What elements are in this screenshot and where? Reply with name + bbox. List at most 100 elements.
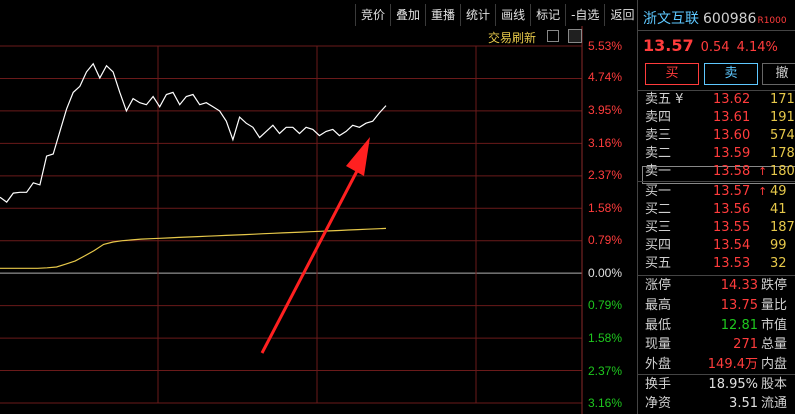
- annotation-arrow-head: [346, 137, 370, 176]
- stat-label: 最低: [645, 317, 672, 333]
- stat-label: 净资: [645, 396, 672, 411]
- stat-label-2: 股本: [761, 377, 788, 392]
- row-volume: 180: [770, 164, 795, 179]
- row-volume: 574: [770, 128, 795, 143]
- divider: [638, 30, 795, 31]
- annotation-arrow: [260, 170, 359, 354]
- bid-row[interactable]: 买二 13.56 41: [645, 201, 795, 219]
- row-volume: 32: [770, 256, 787, 271]
- ask-row[interactable]: 卖一 13.58 180 ↑: [645, 163, 795, 181]
- auction-button[interactable]: 竞价: [355, 4, 390, 26]
- row-volume: 178: [770, 146, 795, 161]
- stock-header: 浙文互联 600986R1000: [643, 8, 787, 28]
- arrow-up-icon: ↑: [758, 165, 768, 178]
- stat-label: 涨停: [645, 278, 672, 293]
- ask-row[interactable]: 卖五 ¥ 13.62 171: [645, 91, 795, 109]
- row-label: 卖一: [645, 164, 672, 179]
- row-price: 13.54: [713, 238, 751, 253]
- stock-code: 600986: [703, 11, 757, 27]
- stat-value: 13.75: [720, 297, 758, 313]
- row-volume: 49: [770, 184, 787, 199]
- quote-panel: 浙文互联 600986R1000 13.57 0.54 4.14% 买 卖 撤 卖五 …: [637, 0, 795, 414]
- price-change-pct: 4.14%: [736, 40, 778, 55]
- y-tick-label: 1.58%: [588, 331, 623, 345]
- y-tick-label: 5.53%: [588, 39, 623, 53]
- mark-button[interactable]: 标记: [530, 4, 565, 26]
- y-tick-label: 2.37%: [588, 364, 623, 378]
- row-label: 买二: [645, 202, 672, 217]
- row-volume: 191: [770, 110, 795, 125]
- ask-row[interactable]: 卖三 13.60 574: [645, 127, 795, 145]
- arrow-up-icon: ↑: [758, 185, 768, 198]
- stat-label-2: 市值: [761, 317, 788, 333]
- replay-button[interactable]: 重播: [425, 4, 460, 26]
- statistics-button[interactable]: 统计: [460, 4, 495, 26]
- row-label: 卖四: [645, 110, 672, 125]
- ask-row[interactable]: 卖二 13.59 178: [645, 145, 795, 163]
- stat-value: 18.95%: [708, 377, 758, 392]
- stat-value: 3.51: [729, 396, 758, 411]
- remove-watchlist-button[interactable]: -自选: [565, 4, 604, 26]
- ask-row[interactable]: 卖四 13.61 191: [645, 109, 795, 127]
- refresh-checkbox[interactable]: [547, 30, 559, 42]
- bid-row[interactable]: 买三 13.55 187: [645, 219, 795, 237]
- y-tick-label: 3.95%: [588, 103, 623, 117]
- row-volume: 187: [770, 220, 795, 235]
- overlay-button[interactable]: 叠加: [390, 4, 425, 26]
- y-tick-label: 3.16%: [588, 396, 623, 410]
- row-price: 13.58: [713, 164, 751, 179]
- toolbar: 竞价 叠加 重播 统计 画线 标记 -自选 返回: [355, 4, 639, 26]
- row-price: 13.62: [713, 92, 751, 107]
- row-price: 13.60: [713, 128, 751, 143]
- bid-row[interactable]: 买五 13.53 32: [645, 255, 795, 273]
- stat-value: 14.33: [720, 278, 758, 293]
- stat-row: 换手 18.95% 股本: [645, 375, 795, 395]
- collapse-icon[interactable]: [568, 29, 582, 43]
- stat-label: 最高: [645, 297, 672, 313]
- stat-row: 最高 13.75 量比: [645, 296, 795, 316]
- row-label: 卖五 ¥: [645, 92, 684, 107]
- buy-button[interactable]: 买: [645, 63, 699, 85]
- bid-row[interactable]: 买一 13.57 49 ↑: [645, 183, 795, 201]
- row-label: 卖三: [645, 128, 672, 143]
- y-tick-label-zero: 0.00%: [588, 266, 623, 280]
- row-price: 13.53: [713, 256, 751, 271]
- avg-price-line: [0, 227, 387, 269]
- stat-value: 149.4万: [707, 357, 758, 373]
- y-tick-label: 2.37%: [588, 168, 623, 182]
- divider: [638, 181, 795, 182]
- row-label: 买一: [645, 184, 672, 199]
- stat-row: 净资 3.51 流通: [645, 394, 795, 414]
- draw-line-button[interactable]: 画线: [495, 4, 530, 26]
- stat-value: 271: [733, 337, 758, 353]
- stat-row: 外盘 149.4万 内盘: [645, 355, 795, 375]
- stat-label: 现量: [645, 337, 672, 353]
- row-label: 买四: [645, 238, 672, 253]
- row-price: 13.57: [713, 184, 751, 199]
- y-tick-label: 0.79%: [588, 233, 623, 247]
- row-price: 13.59: [713, 146, 751, 161]
- stat-row: 最低 12.81 市值: [645, 316, 795, 336]
- row-price: 13.56: [713, 202, 751, 217]
- last-price: 13.57: [643, 36, 694, 55]
- row-volume: 41: [770, 202, 787, 217]
- row-volume: 171: [770, 92, 795, 107]
- stat-label-2: 跌停: [761, 278, 788, 293]
- cancel-order-button[interactable]: 撤: [762, 63, 795, 85]
- price-line: [0, 62, 387, 203]
- price-change: 0.54: [700, 40, 730, 55]
- stat-row: 现量 271 总量: [645, 335, 795, 355]
- row-volume: 99: [770, 238, 787, 253]
- trade-refresh-label: 交易刷新: [488, 31, 537, 45]
- sell-button[interactable]: 卖: [704, 63, 758, 85]
- stat-label-2: 内盘: [761, 357, 788, 373]
- bid-row[interactable]: 买四 13.54 99: [645, 237, 795, 255]
- stock-name[interactable]: 浙文互联: [643, 11, 699, 27]
- back-button[interactable]: 返回: [604, 4, 639, 26]
- row-price: 13.61: [713, 110, 751, 125]
- intraday-chart[interactable]: 交易刷新 5.53% 4.74% 3.95% 3.16% 2.37% 1.58% 0.79%…: [0, 26, 636, 414]
- row-price: 13.55: [713, 220, 751, 235]
- row-label: 卖二: [645, 146, 672, 161]
- y-tick-label: 4.74%: [588, 70, 623, 84]
- stat-label-2: 流通: [761, 396, 788, 411]
